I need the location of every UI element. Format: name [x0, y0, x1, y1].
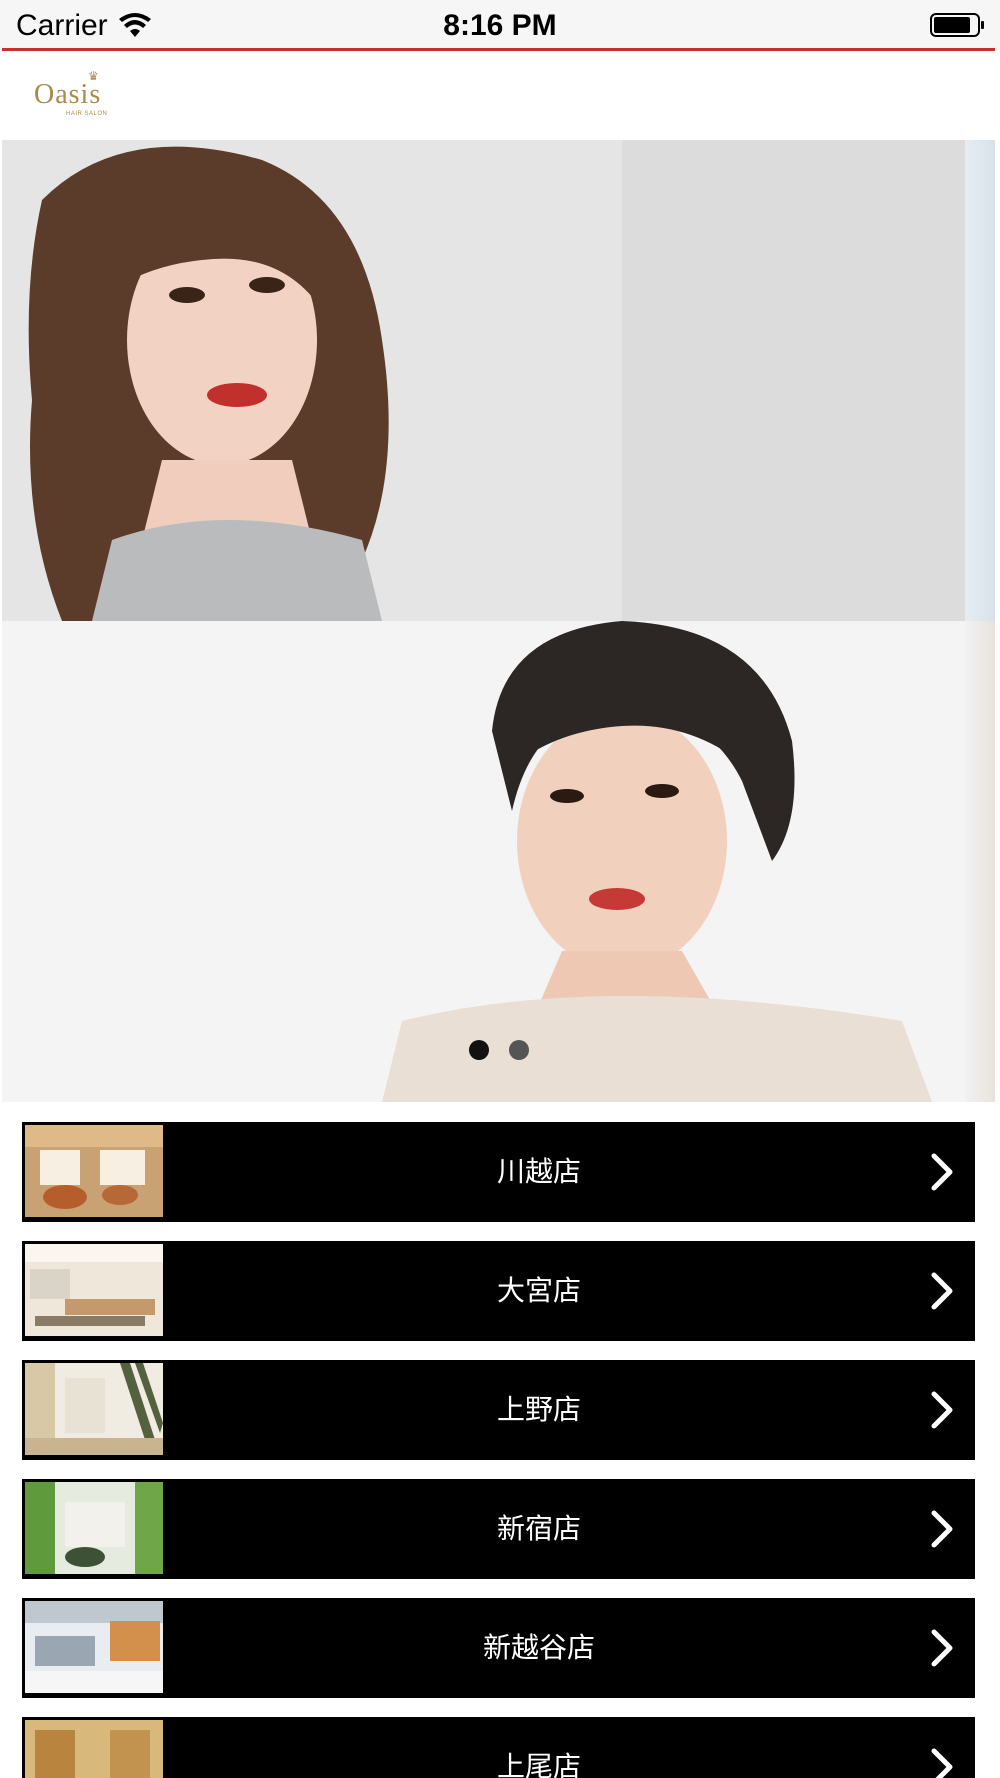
- carousel-slide-1[interactable]: [2, 140, 965, 621]
- carousel-peek-next-2: [965, 621, 995, 1102]
- chevron-right-icon: [931, 1510, 953, 1548]
- store-row-ageo[interactable]: 上尾店: [22, 1717, 975, 1778]
- store-name: 上野店: [496, 1393, 581, 1426]
- carousel-peek-next: [965, 140, 995, 621]
- store-list: 川越店 大宮店 上野店 新宿店 新越谷店 上尾店: [22, 1122, 975, 1778]
- store-name: 大宮店: [496, 1274, 581, 1307]
- store-row-shinkoshigaya[interactable]: 新越谷店: [22, 1598, 975, 1698]
- store-row-omiya[interactable]: 大宮店: [22, 1241, 975, 1341]
- carousel-page-indicator[interactable]: [2, 1040, 995, 1064]
- hero-carousel[interactable]: [2, 140, 995, 1102]
- logo-subtext: HAIR SALON: [66, 111, 108, 117]
- carousel-slide-2[interactable]: [2, 621, 965, 1102]
- store-name: 川越店: [496, 1155, 581, 1188]
- store-name: 新宿店: [496, 1512, 581, 1545]
- store-row-kawagoe[interactable]: 川越店: [22, 1122, 975, 1222]
- chevron-right-icon: [931, 1153, 953, 1191]
- store-name: 新越谷店: [482, 1631, 595, 1664]
- model-photo-short-hair: [2, 621, 965, 1102]
- store-thumbnail: [25, 1125, 163, 1217]
- chevron-right-icon: [931, 1272, 953, 1310]
- chevron-right-icon: [931, 1391, 953, 1429]
- status-time: 8:16 PM: [443, 9, 557, 42]
- oasis-logo[interactable]: ♛ Oasis HAIR SALON: [34, 69, 114, 117]
- store-thumbnail: [25, 1482, 163, 1574]
- store-name: 上尾店: [496, 1750, 581, 1778]
- store-row-shinjuku[interactable]: 新宿店: [22, 1479, 975, 1579]
- store-thumbnail: [25, 1244, 163, 1336]
- store-thumbnail: [25, 1720, 163, 1778]
- store-row-ueno[interactable]: 上野店: [22, 1360, 975, 1460]
- model-photo-long-hair: [2, 140, 965, 621]
- page-dot-1[interactable]: [468, 1040, 489, 1060]
- battery-icon: [930, 13, 984, 37]
- page-dot-2[interactable]: [508, 1040, 529, 1060]
- status-bar: Carrier 8:16 PM: [0, 0, 1000, 50]
- store-thumbnail: [25, 1363, 163, 1455]
- chevron-right-icon: [931, 1748, 953, 1778]
- chevron-right-icon: [931, 1629, 953, 1667]
- logo-text: Oasis: [34, 79, 102, 110]
- store-thumbnail: [25, 1601, 163, 1693]
- app-header: ♛ Oasis HAIR SALON: [0, 51, 1000, 139]
